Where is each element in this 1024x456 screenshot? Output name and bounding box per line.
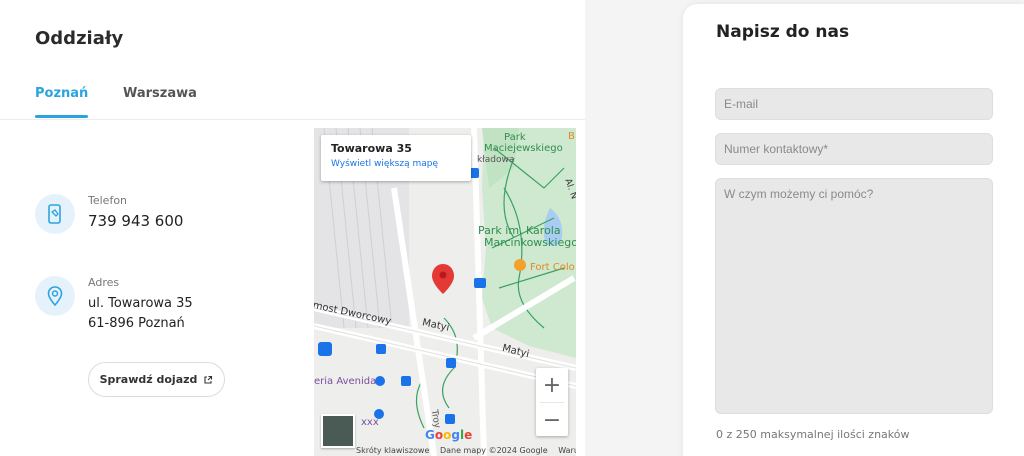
embedded-map[interactable]: Park Maciejewskiego kładowa Park im. Kar… [314,128,576,456]
map-label-b: B [568,131,575,142]
address-line-1: ul. Towarowa 35 [88,296,193,311]
map-label-kladowa: kładowa [477,155,515,165]
check-route-button[interactable]: Sprawdź dojazd [88,362,225,397]
phone-label: Telefon [88,194,128,207]
map-info-card: Towarowa 35 Wyświetl większą mapę [321,135,471,181]
tab-warszawa[interactable]: Warszawa [123,86,197,101]
external-link-icon [204,375,213,384]
map-label-fort: Fort Colo [530,262,575,273]
map-label-maciejewskiego: Maciejewskiego [484,143,563,154]
phone-icon [35,194,75,234]
email-field[interactable] [715,88,993,120]
map-card-title: Towarowa 35 [331,142,412,155]
view-larger-map-link[interactable]: Wyświetl większą mapę [331,159,461,169]
map-label-xx: xxx [361,417,379,428]
phone-number-field[interactable] [715,133,993,165]
map-footer: Skróty klawiszowe Dane mapy ©2024 Google… [356,446,576,455]
address-line-2: 61-896 Poznań [88,316,185,331]
zoom-out-button[interactable]: − [536,403,568,437]
branches-title: Oddziały [35,28,124,49]
contact-form-title: Napisz do nas [716,22,850,42]
map-label-avenida: eria Avenida [314,376,377,387]
keyboard-shortcuts-link[interactable]: Skróty klawiszowe [356,446,429,455]
map-label-park: Park [504,132,526,143]
tab-poznan[interactable]: Poznań [35,86,89,118]
branches-panel: Oddziały Poznań Warszawa Telefon 739 943… [0,0,585,456]
message-textarea[interactable] [715,178,993,414]
address-label: Adres [88,276,120,289]
google-logo: Google [425,428,473,442]
zoom-in-button[interactable]: + [536,368,568,402]
map-data-notice: Dane mapy ©2024 Google [439,446,548,455]
character-counter: 0 z 250 maksymalnej ilości znaków [716,428,910,441]
map-label-park-main-2: Marcinkowskiego [484,236,576,249]
branch-tabs: Poznań Warszawa [0,86,585,120]
terms-link[interactable]: Warunki [558,446,576,455]
satellite-toggle[interactable] [321,414,355,448]
contact-form-card: Napisz do nas 0 z 250 maksymalnej ilości… [683,4,1024,456]
location-pin-icon [35,276,75,316]
check-route-label: Sprawdź dojazd [99,373,198,386]
map-zoom-controls: + − [536,368,568,436]
phone-value: 739 943 600 [88,212,184,230]
